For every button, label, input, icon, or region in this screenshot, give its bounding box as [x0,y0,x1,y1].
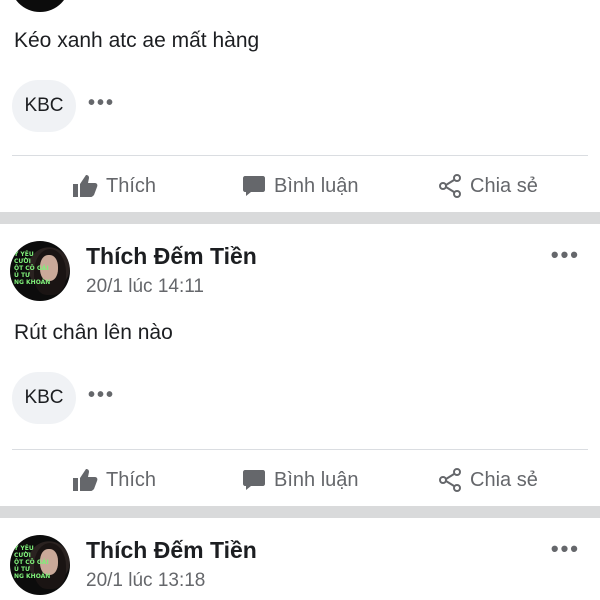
post-separator [0,212,600,224]
share-label: Chia sẻ [470,174,538,197]
comment-icon [243,176,265,196]
like-label: Thích [106,174,157,197]
share-button[interactable]: Chia sẻ [438,468,538,492]
thumbs-up-icon [73,469,98,491]
post-separator [0,506,600,518]
post-2: Y YÊU CƯỜI ỘT CÔ GÁI U TƯ NG KHOÁN Thích… [0,224,600,516]
author-name[interactable]: Thích Đếm Tiền [86,537,257,564]
post-text: Rút chân lên nào [14,321,173,344]
divider [12,449,588,450]
avatar[interactable]: Y YÊU CƯỜI ỘT CÔ GÁI U TƯ NG KHOÁN [10,535,70,595]
share-icon [439,174,461,198]
divider [12,155,588,156]
chip-more-dots-icon[interactable]: ••• [88,384,115,407]
post-timestamp[interactable]: 20/1 lúc 13:18 [86,570,205,592]
like-button[interactable]: Thích [72,174,156,198]
thumbs-up-icon [73,175,98,197]
group-chip[interactable]: KBC [12,80,76,132]
like-label: Thích [106,468,157,491]
share-icon [439,468,461,492]
chip-more-dots-icon[interactable]: ••• [88,92,115,115]
like-button[interactable]: Thích [72,468,156,492]
post-more-icon[interactable]: ••• [551,536,580,562]
comment-button[interactable]: Bình luận [242,468,359,492]
post-timestamp[interactable]: 20/1 lúc 14:11 [86,276,204,298]
comment-icon [243,470,265,490]
post-1: Kéo xanh atc ae mất hàng KBC ••• Thích B… [0,0,600,212]
post-3: Y YÊU CƯỜI ỘT CÔ GÁI U TƯ NG KHOÁN Thích… [0,518,600,600]
author-name[interactable]: Thích Đếm Tiền [86,243,257,270]
comment-label: Bình luận [274,468,359,491]
post-more-icon[interactable]: ••• [551,242,580,268]
comment-button[interactable]: Bình luận [242,174,359,198]
avatar[interactable]: Y YÊU CƯỜI ỘT CÔ GÁI U TƯ NG KHOÁN [10,241,70,301]
group-chip[interactable]: KBC [12,372,76,424]
share-button[interactable]: Chia sẻ [438,174,538,198]
post-text: Kéo xanh atc ae mất hàng [14,29,260,52]
comment-label: Bình luận [274,174,359,197]
avatar[interactable] [10,0,70,12]
share-label: Chia sẻ [470,468,538,491]
